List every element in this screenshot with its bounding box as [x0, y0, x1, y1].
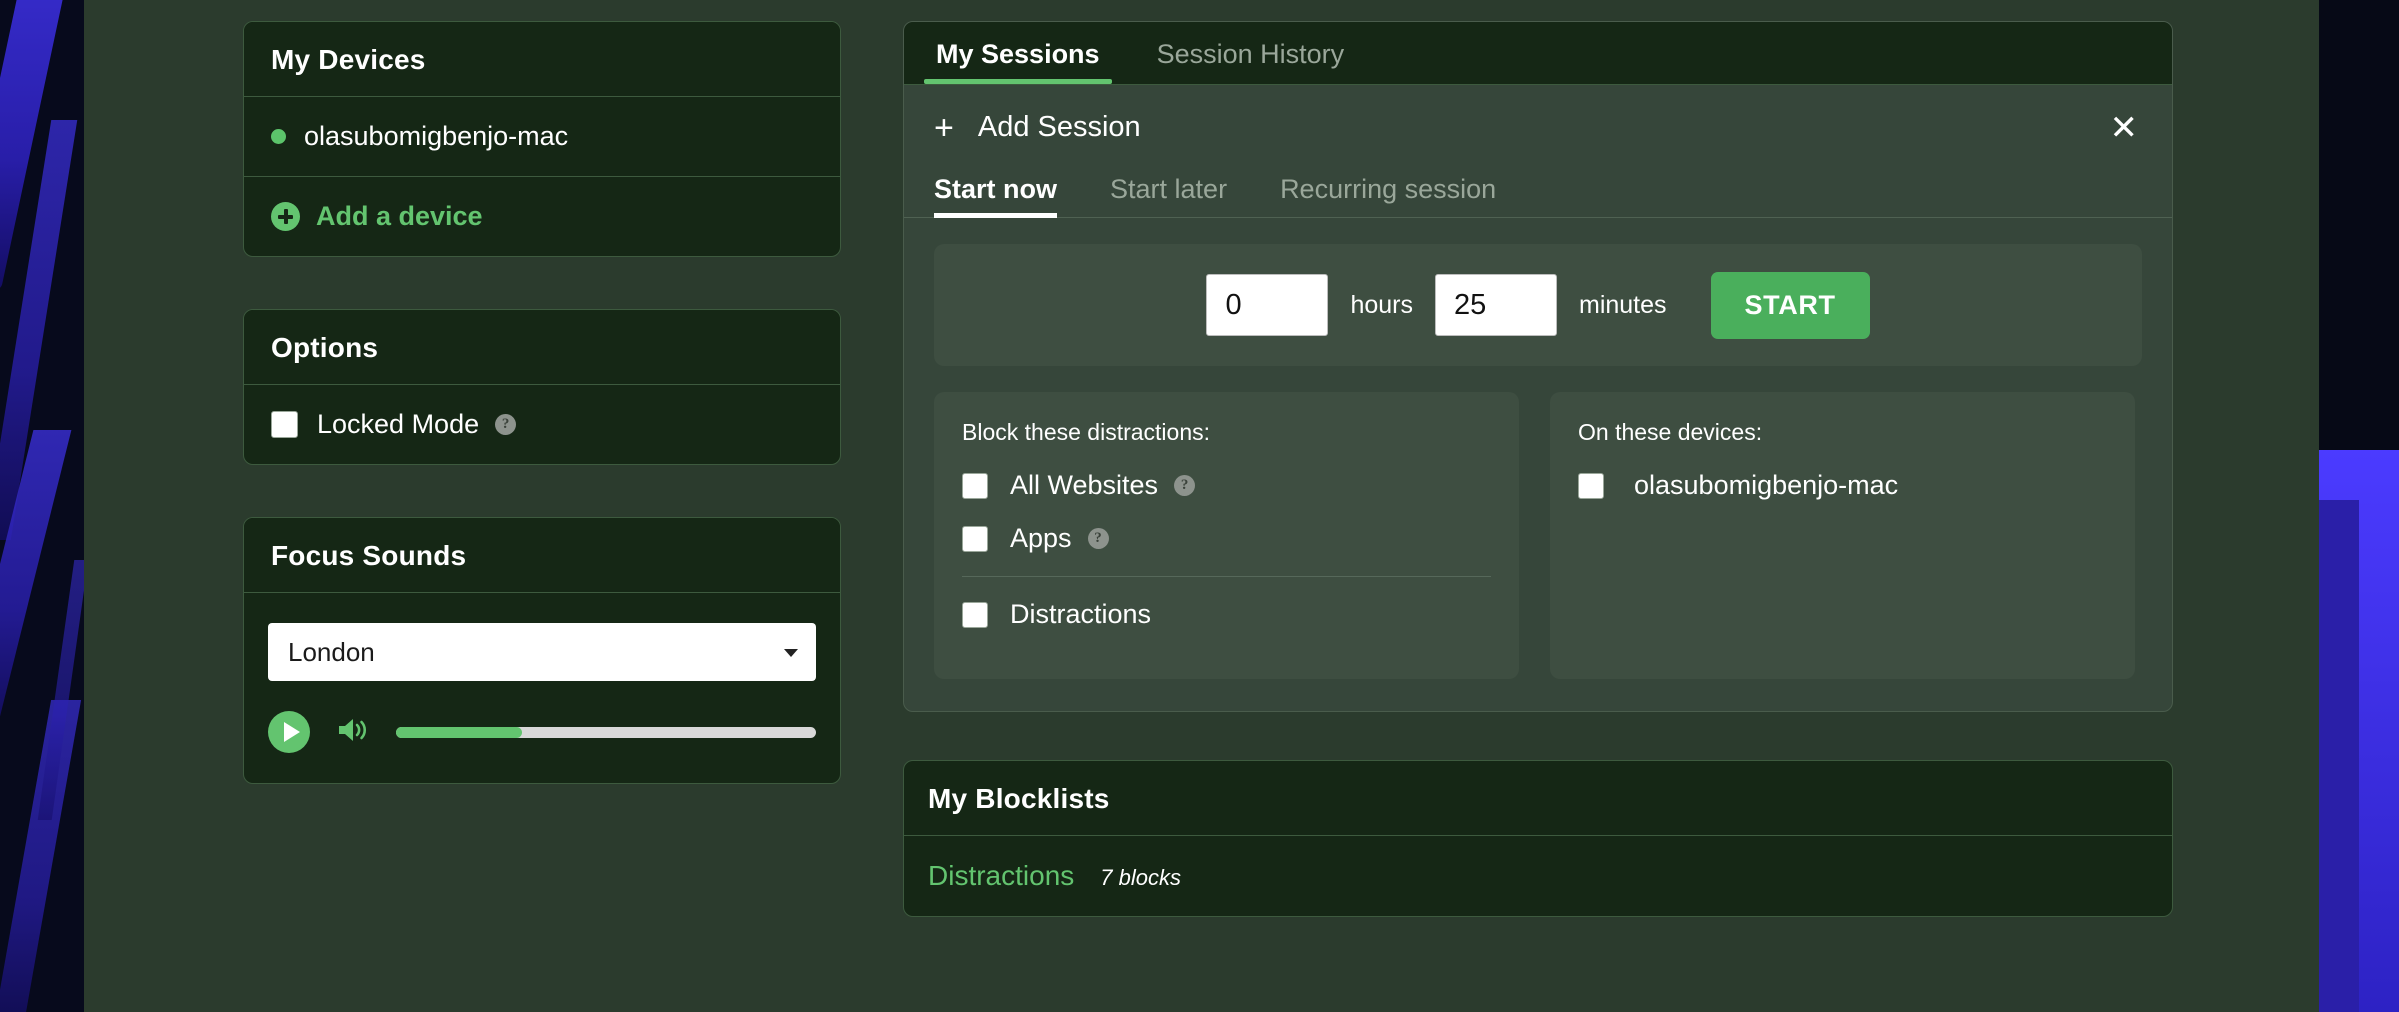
- blocklist-row[interactable]: Distractions 7 blocks: [904, 836, 2172, 916]
- tab-session-history[interactable]: Session History: [1145, 39, 1357, 84]
- minutes-input[interactable]: 25: [1435, 274, 1557, 336]
- target-devices-panel: On these devices: olasubomigbenjo-mac: [1550, 392, 2135, 679]
- block-panel-divider: [962, 576, 1491, 577]
- block-distractions-label: Block these distractions:: [962, 419, 1211, 445]
- all-websites-label: All Websites: [1010, 470, 1159, 500]
- target-device-checkbox[interactable]: [1578, 472, 1604, 499]
- add-session-label: Add Session: [977, 111, 1141, 143]
- help-icon[interactable]: ?: [1174, 475, 1196, 496]
- block-item-distractions[interactable]: Distractions: [962, 599, 1491, 630]
- my-devices-header: My Devices: [244, 22, 840, 97]
- focus-sound-select[interactable]: London: [268, 623, 816, 681]
- options-title: Options: [271, 332, 379, 363]
- device-name-label: olasubomigbenjo-mac: [304, 121, 569, 151]
- add-device-label: Add a device: [316, 201, 483, 231]
- decor-streak: [2319, 500, 2359, 1012]
- apps-checkbox[interactable]: [962, 525, 988, 552]
- add-session-header: + Add Session ✕: [904, 85, 2172, 156]
- hours-input[interactable]: 0: [1206, 274, 1329, 336]
- focus-sounds-card: Focus Sounds London: [243, 517, 841, 784]
- focus-sound-player: [268, 711, 816, 753]
- close-icon[interactable]: ✕: [2106, 111, 2143, 145]
- subtab-start-now[interactable]: Start now: [934, 174, 1058, 218]
- my-devices-card: My Devices olasubomigbenjo-mac Add a dev…: [243, 21, 841, 257]
- left-column: My Devices olasubomigbenjo-mac Add a dev…: [243, 21, 841, 917]
- block-distractions-panel: Block these distractions: All Websites ?…: [934, 392, 1519, 679]
- chevron-down-icon: [784, 649, 798, 657]
- block-item-all-websites[interactable]: All Websites ?: [962, 470, 1491, 501]
- app-window: My Devices olasubomigbenjo-mac Add a dev…: [0, 0, 2399, 1012]
- focus-sounds-header: Focus Sounds: [244, 518, 840, 593]
- right-column: My Sessions Session History + Add Sessio…: [903, 21, 2173, 917]
- my-blocklists-title: My Blocklists: [928, 783, 1110, 814]
- device-online-status-icon: [271, 129, 286, 144]
- help-icon[interactable]: ?: [1087, 528, 1109, 549]
- all-websites-checkbox[interactable]: [962, 472, 988, 499]
- block-item-apps[interactable]: Apps ?: [962, 523, 1491, 554]
- minutes-unit-label: minutes: [1579, 290, 1667, 319]
- locked-mode-row[interactable]: Locked Mode ?: [244, 385, 840, 464]
- left-decoration: [0, 0, 84, 1012]
- volume-slider-fill: [396, 726, 522, 738]
- target-device-item[interactable]: olasubomigbenjo-mac: [1578, 470, 2107, 501]
- session-type-subtabs: Start now Start later Recurring session: [904, 156, 2172, 218]
- right-decoration: [2319, 0, 2399, 1012]
- my-blocklists-header: My Blocklists: [904, 761, 2172, 836]
- play-icon[interactable]: [268, 711, 310, 753]
- locked-mode-label: Locked Mode: [317, 409, 480, 439]
- distractions-checkbox[interactable]: [962, 601, 988, 628]
- timer-row: 0 hours 25 minutes START: [934, 244, 2142, 366]
- subtab-start-later[interactable]: Start later: [1110, 174, 1227, 217]
- locked-mode-checkbox[interactable]: [271, 411, 298, 438]
- options-card: Options Locked Mode ?: [243, 309, 841, 465]
- my-devices-title: My Devices: [271, 44, 426, 75]
- session-config-row: Block these distractions: All Websites ?…: [904, 366, 2172, 711]
- decor-streak: [0, 700, 82, 1012]
- volume-slider[interactable]: [396, 726, 816, 738]
- sessions-tabbar: My Sessions Session History: [904, 22, 2172, 85]
- focus-sounds-title: Focus Sounds: [271, 540, 467, 571]
- subtab-recurring-session[interactable]: Recurring session: [1280, 174, 1496, 217]
- my-blocklists-panel: My Blocklists Distractions 7 blocks: [903, 760, 2173, 917]
- target-device-name: olasubomigbenjo-mac: [1634, 470, 1899, 500]
- plus-icon[interactable]: +: [934, 111, 954, 145]
- tab-my-sessions[interactable]: My Sessions: [924, 39, 1112, 84]
- main-content: My Devices olasubomigbenjo-mac Add a dev…: [84, 0, 2319, 1012]
- options-header: Options: [244, 310, 840, 385]
- add-device-row[interactable]: Add a device: [244, 176, 840, 256]
- plus-circle-icon: [271, 202, 300, 231]
- target-devices-label: On these devices:: [1578, 419, 1763, 445]
- blocklist-count: 7 blocks: [1100, 865, 1181, 890]
- focus-sounds-body: London: [244, 593, 840, 783]
- apps-label: Apps: [1010, 523, 1072, 553]
- hours-unit-label: hours: [1350, 290, 1413, 319]
- sessions-panel: My Sessions Session History + Add Sessio…: [903, 21, 2173, 712]
- help-icon[interactable]: ?: [495, 414, 517, 435]
- start-button[interactable]: START: [1710, 271, 1870, 339]
- focus-sound-selected-value: London: [288, 636, 375, 667]
- device-list-item[interactable]: olasubomigbenjo-mac: [244, 97, 840, 176]
- distractions-label: Distractions: [1010, 599, 1152, 629]
- add-device-button[interactable]: Add a device: [271, 201, 483, 232]
- speaker-icon[interactable]: [336, 716, 370, 749]
- blocklist-name[interactable]: Distractions: [928, 860, 1074, 892]
